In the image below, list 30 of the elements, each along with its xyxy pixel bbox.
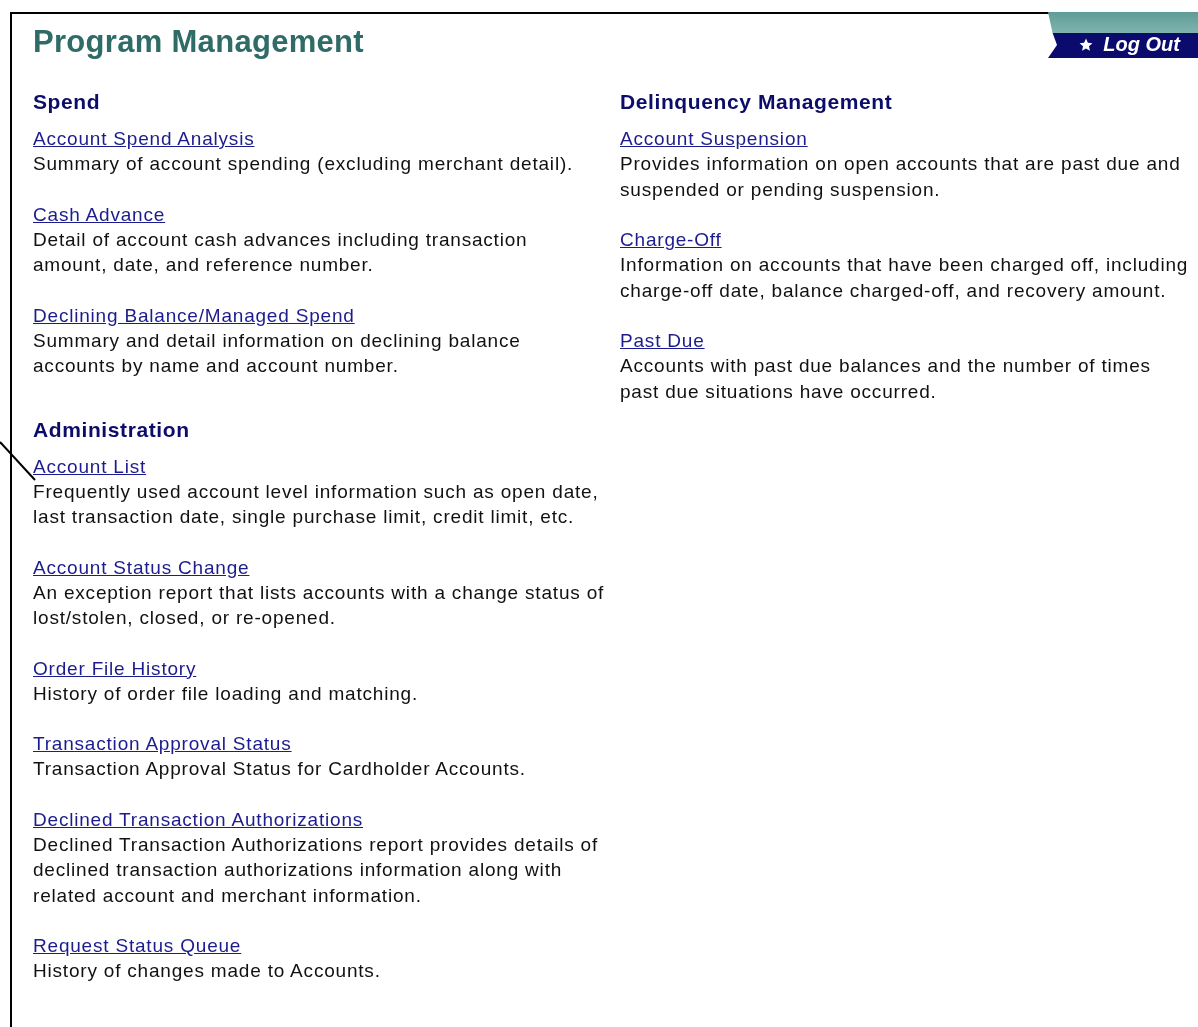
report-description: An exception report that lists accounts with a change status of lost/stolen, closed, or re-opened. — [33, 580, 605, 630]
report-description: Frequently used account level information such as open date, last transaction date, single purchase limit, credit limit, etc. — [33, 479, 600, 529]
section-heading: Spend — [33, 90, 102, 114]
section-heading: Administration — [33, 417, 191, 442]
report-link[interactable]: Declining Balance/Managed Spend — [33, 302, 355, 328]
report-description: History of changes made to Accounts. — [33, 959, 382, 983]
report-link[interactable]: Declined Transaction Authorizations — [33, 806, 364, 832]
report-description: History of order file loading and matching. — [33, 681, 420, 706]
report-description: Declined Transaction Authorizations report provides details of declined transaction authorizations information along with related account and merchant information. — [33, 832, 599, 908]
star-icon — [1079, 38, 1094, 52]
report-link[interactable]: Account Suspension — [620, 126, 808, 151]
report-link[interactable]: Request Status Queue — [33, 933, 242, 958]
report-link[interactable]: Account Spend Analysis — [33, 126, 255, 151]
report-description: Accounts with past due balances and the number of times past due situations have occurred. — [620, 354, 1152, 404]
report-description: Detail of account cash advances including transaction amount, date, and reference number. — [33, 227, 529, 277]
report-description: Summary of account spending (excluding merchant detail). — [33, 152, 575, 176]
report-link[interactable]: Account Status Change — [33, 554, 250, 580]
section-heading: Delinquency Management — [620, 90, 894, 114]
report-link[interactable]: Transaction Approval Status — [33, 731, 292, 756]
page-title: Program Management — [33, 24, 364, 60]
report-link[interactable]: Account List — [33, 453, 147, 479]
report-description: Summary and detail information on declining balance accounts by name and account number. — [33, 328, 522, 378]
report-description: Transaction Approval Status for Cardholder Accounts. — [33, 757, 527, 781]
report-description: Provides information on open accounts that are past due and suspended or pending suspension. — [620, 152, 1182, 202]
logout-button[interactable]: Log Out — [1048, 12, 1198, 58]
report-link[interactable]: Charge-Off — [620, 227, 722, 252]
report-link[interactable]: Past Due — [620, 328, 705, 353]
report-link[interactable]: Cash Advance — [33, 201, 166, 227]
report-link[interactable]: Order File History — [33, 655, 197, 681]
report-description: Information on accounts that have been charged off, including charge-off date, balance charged-off, and recovery amount. — [620, 253, 1190, 303]
